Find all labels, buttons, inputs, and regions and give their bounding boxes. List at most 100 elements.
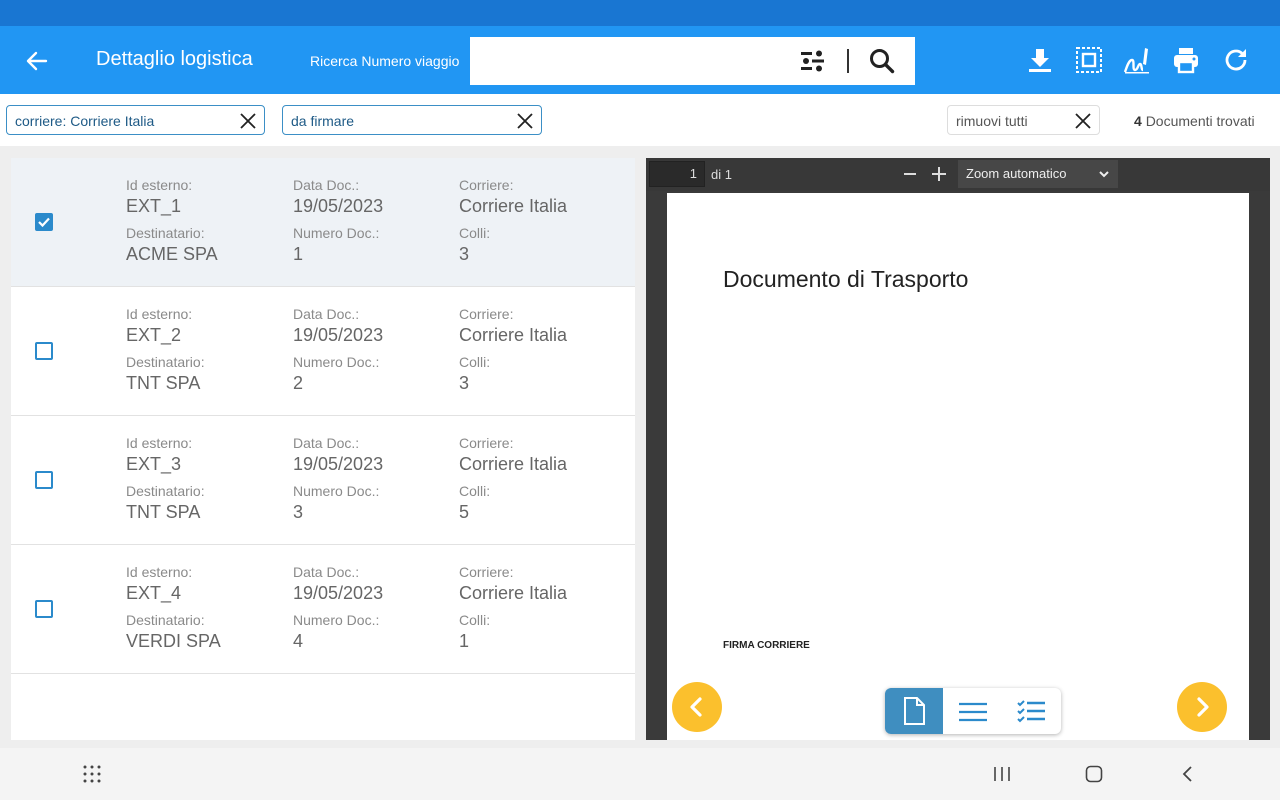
chevron-down-icon [1099, 171, 1109, 178]
field-value: Corriere Italia [459, 583, 568, 603]
zoom-in-icon[interactable] [928, 163, 950, 185]
field-value: 3 [459, 373, 470, 393]
next-document-button[interactable] [1177, 682, 1227, 732]
field-value: 3 [293, 502, 304, 522]
field-value: 19/05/2023 [293, 196, 384, 216]
field-label: Data Doc.: [293, 177, 360, 193]
previous-document-button[interactable] [672, 682, 722, 732]
field-label: Numero Doc.: [293, 354, 380, 370]
filter-bar: corriere: Corriere Italia da firmare rim… [0, 94, 1280, 146]
home-icon[interactable] [1084, 764, 1104, 784]
document-row[interactable]: Id esterno: EXT_4 Destinatario: VERDI SPA Da… [11, 545, 635, 674]
field-carrier: Corriere: Corriere Italia [459, 564, 567, 604]
document-row[interactable]: Id esterno: EXT_2 Destinatario: TNT SPA Data… [11, 287, 635, 416]
field-value: 19/05/2023 [293, 583, 384, 603]
search-input[interactable] [478, 45, 788, 77]
recents-icon[interactable] [992, 764, 1012, 784]
field-label: Destinatario: [126, 483, 205, 499]
field-value: EXT_4 [126, 583, 182, 603]
found-count: 4 [1134, 113, 1142, 129]
checkbox[interactable] [35, 342, 53, 360]
back-arrow-icon[interactable] [24, 48, 50, 74]
clear-all-filters-button[interactable]: rimuovi tutti [947, 105, 1100, 135]
field-value: TNT SPA [126, 373, 201, 393]
field-label: Destinatario: [126, 612, 205, 628]
filter-chip-to-sign[interactable]: da firmare [282, 105, 542, 135]
field-label: Corriere: [459, 564, 514, 580]
checklist-view-icon[interactable] [1002, 688, 1060, 734]
filter-chip-label: corriere: Corriere Italia [15, 113, 155, 129]
clear-all-label: rimuovi tutti [956, 113, 1028, 129]
field-value: ACME SPA [126, 244, 218, 264]
sign-icon[interactable] [1123, 46, 1151, 74]
field-date: Data Doc.: 19/05/2023 [293, 435, 383, 475]
page-title: Dettaglio logistica [96, 48, 253, 70]
field-id: Id esterno: EXT_3 [126, 435, 192, 475]
field-carrier: Corriere: Corriere Italia [459, 306, 567, 346]
select-all-icon[interactable] [1075, 46, 1103, 74]
refresh-icon[interactable] [1222, 46, 1250, 74]
field-date: Data Doc.: 19/05/2023 [293, 564, 383, 604]
field-recipient: Destinatario: VERDI SPA [126, 612, 221, 652]
close-icon[interactable] [1073, 111, 1093, 131]
system-nav-bar [0, 748, 1280, 800]
field-id: Id esterno: EXT_4 [126, 564, 192, 604]
document-row[interactable]: Id esterno: EXT_3 Destinatario: TNT SPA Data… [11, 416, 635, 545]
field-value: 4 [293, 631, 304, 651]
back-icon[interactable] [1178, 764, 1198, 784]
field-value: TNT SPA [126, 502, 201, 522]
documents-found-count: 4 Documenti trovati [1134, 113, 1255, 129]
field-number: Numero Doc.: 2 [293, 354, 379, 394]
chevron-right-icon [1197, 697, 1209, 717]
field-id: Id esterno: EXT_2 [126, 306, 192, 346]
print-icon[interactable] [1172, 46, 1200, 74]
document-list: Id esterno: EXT_1 Destinatario: ACME SPA Dat… [11, 158, 635, 740]
field-date: Data Doc.: 19/05/2023 [293, 177, 383, 217]
field-number: Numero Doc.: 1 [293, 225, 379, 265]
field-recipient: Destinatario: TNT SPA [126, 483, 205, 523]
filter-icon[interactable] [800, 48, 826, 74]
filter-chip-carrier[interactable]: corriere: Corriere Italia [6, 105, 265, 135]
field-value: 3 [459, 244, 470, 264]
field-value: EXT_1 [126, 196, 182, 216]
field-packages: Colli: 5 [459, 483, 490, 523]
download-icon[interactable] [1026, 46, 1054, 74]
field-label: Data Doc.: [293, 435, 360, 451]
page-number-input[interactable]: 1 [649, 161, 705, 187]
checkbox[interactable] [35, 471, 53, 489]
close-icon[interactable] [515, 111, 535, 131]
field-value: Corriere Italia [459, 325, 568, 345]
field-carrier: Corriere: Corriere Italia [459, 177, 567, 217]
field-value: EXT_2 [126, 325, 182, 345]
field-packages: Colli: 3 [459, 354, 490, 394]
list-view-icon[interactable] [944, 688, 1002, 734]
checkbox-checked[interactable] [35, 213, 53, 231]
filter-chip-label: da firmare [291, 113, 355, 129]
search-box [470, 37, 915, 85]
field-value: 19/05/2023 [293, 454, 384, 474]
field-value: EXT_3 [126, 454, 182, 474]
document-row[interactable]: Id esterno: EXT_1 Destinatario: ACME SPA Dat… [11, 158, 635, 287]
search-icon[interactable] [868, 47, 896, 75]
field-value: 1 [293, 244, 304, 264]
field-label: Id esterno: [126, 306, 193, 322]
checkbox[interactable] [35, 600, 53, 618]
close-icon[interactable] [238, 111, 258, 131]
signature-label: FIRMA CORRIERE [723, 640, 810, 651]
field-date: Data Doc.: 19/05/2023 [293, 306, 383, 346]
zoom-select-value: Zoom automatico [966, 166, 1067, 181]
field-value: 2 [293, 373, 304, 393]
apps-grid-icon[interactable] [82, 764, 102, 784]
field-label: Colli: [459, 354, 491, 370]
field-label: Colli: [459, 483, 491, 499]
field-label: Numero Doc.: [293, 225, 380, 241]
document-view-icon[interactable] [885, 688, 943, 734]
field-label: Numero Doc.: [293, 483, 380, 499]
app-bar: Dettaglio logistica Ricerca Numero viagg… [0, 26, 1280, 94]
field-label: Numero Doc.: [293, 612, 380, 628]
status-bar [0, 0, 1280, 26]
zoom-select[interactable]: Zoom automatico [958, 160, 1118, 188]
zoom-out-icon[interactable] [899, 163, 921, 185]
field-id: Id esterno: EXT_1 [126, 177, 192, 217]
search-separator [847, 49, 849, 73]
